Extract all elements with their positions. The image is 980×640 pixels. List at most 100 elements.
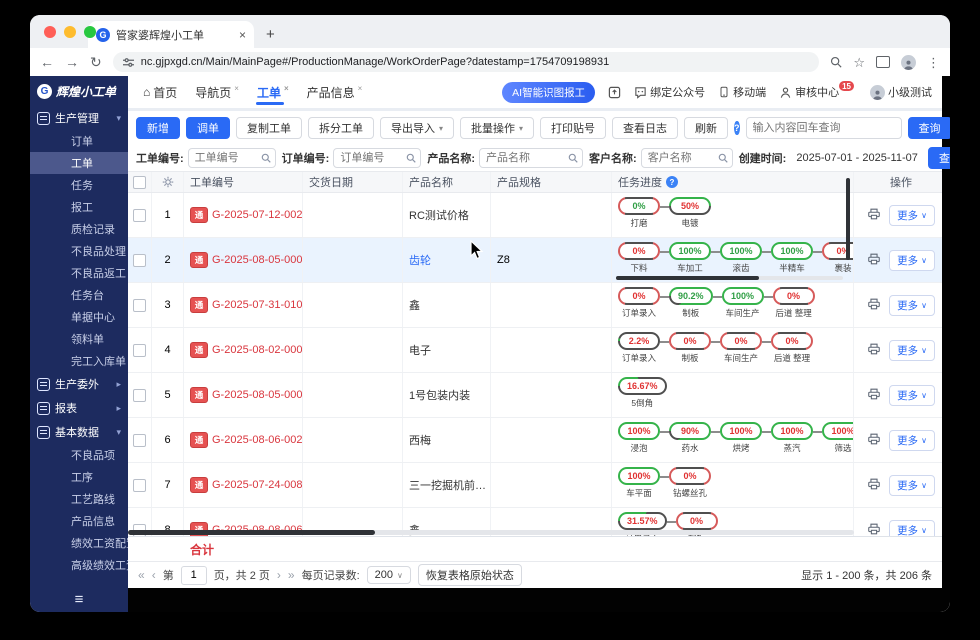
column-settings-gear-icon[interactable] [152, 172, 184, 192]
product-name[interactable]: 齿轮 [409, 252, 431, 268]
sidebar-item-订单[interactable]: 订单 [30, 130, 128, 152]
sidebar-group-基本数据[interactable]: 基本数据 ▾ [30, 420, 128, 444]
progress-step[interactable]: 0% 制板 [669, 332, 711, 364]
导出导入-button[interactable]: 导出导入 ▾ [380, 117, 455, 139]
sidebar-item-任务[interactable]: 任务 [30, 174, 128, 196]
打印贴号-button[interactable]: 打印贴号 [540, 117, 607, 139]
browser-tab[interactable]: G 管家婆辉煌小工单 × [88, 21, 254, 48]
progress-step[interactable]: 100% 筛选 [822, 422, 853, 454]
tab-导航页[interactable]: 导航页 × [186, 76, 248, 108]
progress-step[interactable]: 100% 浸泡 [618, 422, 660, 454]
print-icon[interactable] [867, 297, 881, 314]
print-icon[interactable] [867, 342, 881, 359]
more-button[interactable]: 更多 ∨ [889, 294, 935, 316]
sidebar-item-任务台[interactable]: 任务台 [30, 284, 128, 306]
work-order-number[interactable]: G-2025-08-06-0029 [212, 434, 302, 446]
work-order-number[interactable]: G-2025-07-24-0086-1 [212, 479, 302, 491]
prev-page-icon[interactable]: ‹ [152, 568, 156, 582]
quick-search-input[interactable] [745, 117, 902, 139]
sidebar-item-领料单[interactable]: 领料单 [30, 328, 128, 350]
拆分工单-button[interactable]: 拆分工单 [308, 117, 374, 139]
progress-step[interactable]: 90% 药水 [669, 422, 711, 454]
progress-step[interactable]: 100% 车加工 [669, 242, 711, 274]
search-icon[interactable] [568, 153, 578, 163]
sidebar-item-工艺路线[interactable]: 工艺路线 [30, 488, 128, 510]
print-icon[interactable] [867, 387, 881, 404]
site-info-icon[interactable] [122, 57, 134, 68]
horizontal-scrollbar[interactable] [128, 530, 854, 535]
per-page-select[interactable]: 200 ∨ [366, 566, 411, 584]
minimize-window-button[interactable] [64, 26, 76, 38]
tab-close-icon[interactable]: × [239, 28, 246, 42]
progress-help-icon[interactable]: ? [666, 176, 678, 188]
table-row[interactable]: 2 通 G-2025-08-05-0006 齿轮 Z8 0% 下料 100% 车加工 100% 滚齿… [128, 238, 942, 283]
mobile-link[interactable]: 移动端 [718, 84, 766, 100]
progress-scrollbar[interactable] [616, 276, 843, 280]
zoom-icon[interactable] [830, 56, 842, 68]
progress-step[interactable]: 100% 车间生产 [721, 287, 764, 319]
progress-step[interactable]: 0% 后道 整理 [772, 287, 815, 319]
sidebar-collapse-icon[interactable]: ≡ [30, 586, 128, 612]
row-checkbox[interactable] [128, 238, 152, 282]
address-bar[interactable]: nc.gjpxgd.cn/Main/MainPage#/ProductionMa… [112, 52, 820, 72]
quick-search-button[interactable]: 查询 [907, 117, 950, 139]
sidebar-item-工序[interactable]: 工序 [30, 466, 128, 488]
more-button[interactable]: 更多 ∨ [889, 384, 935, 406]
row-checkbox[interactable] [128, 193, 152, 237]
sidebar-item-工单[interactable]: 工单 [30, 152, 128, 174]
more-button[interactable]: 更多 ∨ [889, 249, 935, 271]
print-icon[interactable] [867, 477, 881, 494]
调单-button[interactable]: 调单 [186, 117, 230, 139]
tab-工单[interactable]: 工单 × [248, 76, 298, 108]
tab-close-icon[interactable]: × [284, 84, 289, 93]
row-checkbox[interactable] [128, 328, 152, 372]
复制工单-button[interactable]: 复制工单 [236, 117, 302, 139]
bookmark-star-icon[interactable]: ☆ [853, 56, 865, 69]
table-row[interactable]: 7通 G-2025-07-24-0086-1 三一挖掘机前盖(S... 100% 车平面… [128, 463, 942, 508]
progress-step[interactable]: 0% 钻螺丝孔 [669, 467, 711, 499]
more-button[interactable]: 更多 ∨ [889, 204, 935, 226]
profile-avatar-icon[interactable] [901, 54, 916, 70]
sidebar-item-不良品返工[interactable]: 不良品返工 [30, 262, 128, 284]
side-panel-icon[interactable] [876, 56, 890, 68]
sidebar-item-单据中心[interactable]: 单据中心 [30, 306, 128, 328]
刷新-button[interactable]: 刷新 [684, 117, 729, 139]
progress-step[interactable]: 0% 打磨 [618, 197, 660, 229]
progress-step[interactable]: 0% 后道 整理 [771, 332, 813, 364]
select-all-checkbox[interactable] [128, 172, 152, 192]
create-time-range[interactable]: 2025-07-01 - 2025-11-07 [796, 152, 918, 164]
sidebar-group-报表[interactable]: 报表 ▸ [30, 396, 128, 420]
progress-step[interactable]: 90.2% 制板 [669, 287, 713, 319]
sidebar-item-高级绩效工资...[interactable]: 高级绩效工资... [30, 554, 128, 576]
progress-step[interactable]: 100% 半精车 [771, 242, 813, 274]
table-row[interactable]: 1通 G-2025-07-12-0026-2 RC测试价格 0% 打磨 50% 电镀 更多∨ [128, 193, 942, 238]
progress-step[interactable]: 0% 订单录入 [618, 287, 660, 319]
progress-step[interactable]: 2.2% 订单录入 [618, 332, 660, 364]
fullscreen-window-button[interactable] [84, 26, 96, 38]
first-page-icon[interactable]: « [138, 568, 145, 582]
work-order-number[interactable]: G-2025-08-05-0008 [212, 389, 302, 401]
search-icon[interactable] [718, 153, 728, 163]
progress-step[interactable]: 0% 车间生产 [720, 332, 762, 364]
page-number-input[interactable] [180, 565, 207, 585]
vertical-scrollbar[interactable] [846, 178, 850, 260]
sidebar-item-产品信息[interactable]: 产品信息 [30, 510, 128, 532]
sidebar-item-绩效工资配置[interactable]: 绩效工资配置 [30, 532, 128, 554]
bind-official-account-link[interactable]: 绑定公众号 [634, 84, 705, 100]
progress-step[interactable]: 100% 滚齿 [720, 242, 762, 274]
work-order-number[interactable]: G-2025-08-05-0006 [212, 254, 302, 266]
print-icon[interactable] [867, 252, 881, 269]
next-page-icon[interactable]: › [277, 568, 281, 582]
progress-step[interactable]: 0% 下料 [618, 242, 660, 274]
sidebar-group-生产委外[interactable]: 生产委外 ▸ [30, 372, 128, 396]
tab-close-icon[interactable]: × [234, 84, 239, 93]
批量操作-button[interactable]: 批量操作 ▾ [460, 117, 535, 139]
progress-step[interactable]: 100% 蒸汽 [771, 422, 813, 454]
tab-close-icon[interactable]: × [358, 84, 363, 93]
search-icon[interactable] [406, 153, 417, 163]
table-row[interactable]: 4 通 G-2025-08-02-0003 电子 2.2% 订单录入 0% 制板 0% 车间生产 0… [128, 328, 942, 373]
progress-step[interactable]: 100% 烘烤 [720, 422, 762, 454]
sidebar-item-质检记录[interactable]: 质检记录 [30, 218, 128, 240]
audit-center-link[interactable]: 审核中心 15 [779, 81, 857, 100]
last-page-icon[interactable]: » [288, 568, 295, 582]
